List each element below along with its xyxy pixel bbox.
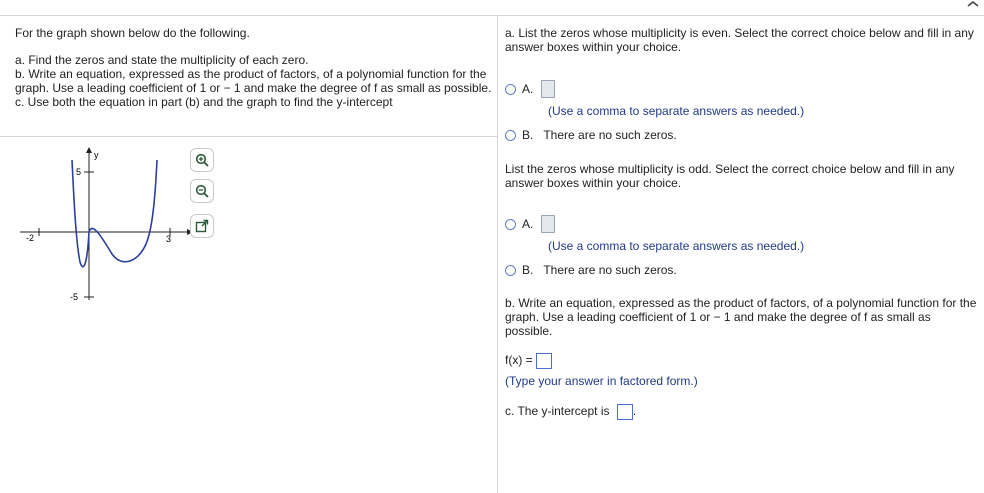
question-part-c: c. Use both the equation in part (b) and… <box>15 95 393 109</box>
fx-hint: (Type your answer in factored form.) <box>505 374 698 388</box>
zoom-out-button[interactable] <box>190 179 214 203</box>
left-rule <box>0 136 497 137</box>
tick-y-top: 5 <box>76 167 81 177</box>
q-even-choice-a[interactable]: A. <box>505 80 556 98</box>
q-odd-choice-a[interactable]: A. <box>505 215 556 233</box>
polynomial-graph: y 5 -5 -2 3 <box>20 142 220 312</box>
tick-x-right: 3 <box>166 234 171 244</box>
fx-input[interactable] <box>536 353 553 369</box>
resize-handle-icon[interactable] <box>966 0 980 8</box>
top-rule <box>0 15 984 16</box>
q-odd-answer-box[interactable] <box>541 215 556 233</box>
choice-label: A. <box>522 217 534 231</box>
tick-x-left: -2 <box>26 233 34 243</box>
popout-icon <box>195 219 209 233</box>
q-even-choice-b[interactable]: B. There are no such zeros. <box>505 128 677 142</box>
radio-button[interactable] <box>505 264 516 276</box>
panel-divider[interactable] <box>497 15 498 493</box>
q-even-prompt: a. List the zeros whose multiplicity is … <box>505 26 974 54</box>
popout-button[interactable] <box>190 214 214 238</box>
radio-button[interactable] <box>505 83 516 95</box>
yint-input[interactable] <box>616 404 633 420</box>
yint-label: c. The y-intercept is <box>505 404 610 419</box>
q-equation-prompt: b. Write an equation, expressed as the p… <box>505 296 977 338</box>
q-odd-prompt: List the zeros whose multiplicity is odd… <box>505 162 955 190</box>
question-part-a: a. Find the zeros and state the multipli… <box>15 53 309 67</box>
yint-row: c. The y-intercept is . <box>505 404 636 420</box>
zoom-in-button[interactable] <box>190 148 214 172</box>
yint-suffix: . <box>632 404 637 419</box>
zoom-in-icon <box>195 153 209 167</box>
fx-label: f(x) = <box>505 353 533 368</box>
choice-text: There are no such zeros. <box>543 128 677 142</box>
question-panel: For the graph shown below do the followi… <box>15 26 493 109</box>
answer-panel: a. List the zeros whose multiplicity is … <box>505 26 977 420</box>
q-odd-choice-b[interactable]: B. There are no such zeros. <box>505 263 677 277</box>
tick-y-bottom: -5 <box>70 292 78 302</box>
q-odd-hint: (Use a comma to separate answers as need… <box>548 239 805 253</box>
zoom-out-icon <box>195 184 209 198</box>
choice-text: There are no such zeros. <box>543 263 677 277</box>
choice-label: A. <box>522 82 534 96</box>
choice-label: B. <box>522 263 534 277</box>
radio-button[interactable] <box>505 218 516 230</box>
polynomial-curve <box>71 159 158 268</box>
question-intro: For the graph shown below do the followi… <box>15 26 250 40</box>
q-even-hint: (Use a comma to separate answers as need… <box>548 104 805 118</box>
fx-row: f(x) = <box>505 353 553 369</box>
choice-label: B. <box>522 128 534 142</box>
q-even-answer-box[interactable] <box>541 80 556 98</box>
question-part-b: b. Write an equation, expressed as the p… <box>15 67 492 95</box>
y-axis-label: y <box>94 150 99 160</box>
radio-button[interactable] <box>505 129 516 141</box>
